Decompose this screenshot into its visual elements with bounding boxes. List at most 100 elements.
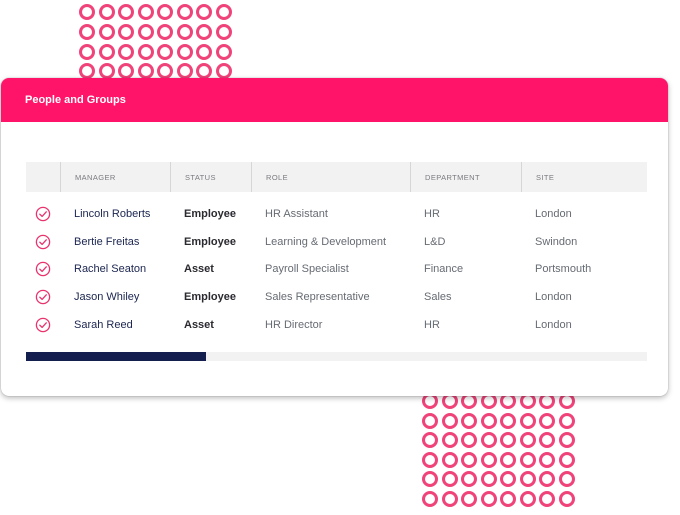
decorative-ring bbox=[539, 451, 555, 468]
decorative-ring bbox=[215, 63, 232, 80]
cell-site: London bbox=[535, 319, 572, 332]
decorative-ring bbox=[157, 63, 173, 80]
cell-status: Employee bbox=[184, 207, 236, 220]
cell-role: Sales Representative bbox=[265, 291, 370, 304]
decorative-ring bbox=[558, 412, 575, 429]
decorative-ring bbox=[519, 432, 536, 448]
decorative-ring bbox=[176, 43, 193, 60]
cell-status: Asset bbox=[184, 319, 214, 332]
panel-header: People and Groups bbox=[1, 78, 668, 122]
decorative-ring bbox=[196, 43, 212, 60]
check-circle-icon[interactable] bbox=[26, 317, 60, 333]
decorative-ring bbox=[480, 490, 497, 507]
decorative-ring bbox=[215, 23, 232, 40]
decorative-ring bbox=[480, 471, 497, 487]
decorative-ring bbox=[137, 43, 154, 60]
decorative-ring bbox=[79, 43, 95, 60]
decorative-ring bbox=[176, 23, 193, 40]
decorative-ring bbox=[558, 451, 575, 468]
decorative-dot-pattern-top bbox=[79, 4, 235, 83]
cell-manager: Bertie Freitas bbox=[74, 235, 140, 248]
check-circle-icon[interactable] bbox=[26, 206, 60, 222]
cell-department: L&D bbox=[424, 235, 446, 248]
decorative-ring bbox=[157, 23, 173, 40]
table-row[interactable]: Rachel Seaton Asset Payroll Specialist F… bbox=[26, 256, 647, 284]
cell-status: Employee bbox=[184, 235, 236, 248]
cell-manager: Lincoln Roberts bbox=[74, 207, 151, 220]
decorative-ring bbox=[422, 471, 438, 487]
cell-department: Sales bbox=[424, 291, 452, 304]
decorative-ring bbox=[79, 63, 95, 80]
decorative-ring bbox=[480, 412, 497, 429]
horizontal-scrollbar-thumb[interactable] bbox=[26, 352, 207, 361]
decorative-ring bbox=[422, 451, 438, 468]
decorative-ring bbox=[137, 4, 154, 20]
decorative-ring bbox=[118, 23, 134, 40]
decorative-ring bbox=[176, 63, 193, 80]
decorative-ring bbox=[461, 432, 477, 448]
decorative-ring bbox=[461, 412, 477, 429]
decorative-ring bbox=[118, 63, 134, 80]
cell-site: London bbox=[535, 207, 572, 220]
decorative-ring bbox=[441, 451, 458, 468]
decorative-dot-pattern-bottom bbox=[422, 393, 578, 510]
decorative-ring bbox=[539, 490, 555, 507]
decorative-ring bbox=[558, 471, 575, 487]
decorative-ring bbox=[519, 412, 536, 429]
decorative-ring bbox=[118, 43, 134, 60]
check-circle-icon[interactable] bbox=[26, 234, 60, 250]
decorative-ring bbox=[137, 63, 154, 80]
cell-role: Payroll Specialist bbox=[265, 263, 349, 276]
decorative-ring bbox=[441, 471, 458, 487]
decorative-ring bbox=[519, 490, 536, 507]
cell-department: HR bbox=[424, 319, 440, 332]
decorative-ring bbox=[519, 451, 536, 468]
cell-site: London bbox=[535, 291, 572, 304]
cell-department: HR bbox=[424, 207, 440, 220]
column-header-status[interactable]: STATUS bbox=[170, 162, 251, 192]
decorative-ring bbox=[98, 63, 115, 80]
decorative-ring bbox=[176, 4, 193, 20]
cell-status: Asset bbox=[184, 263, 214, 276]
decorative-ring bbox=[98, 43, 115, 60]
decorative-ring bbox=[137, 23, 154, 40]
decorative-ring bbox=[500, 490, 516, 507]
decorative-ring bbox=[196, 63, 212, 80]
table-row[interactable]: Sarah Reed Asset HR Director HR London bbox=[26, 311, 647, 339]
table-row[interactable]: Bertie Freitas Employee Learning & Devel… bbox=[26, 228, 647, 256]
cell-role: HR Assistant bbox=[265, 207, 328, 220]
decorative-ring bbox=[422, 412, 438, 429]
table-header: MANAGER STATUS ROLE DEPARTMENT SITE bbox=[26, 162, 647, 192]
column-header-role[interactable]: ROLE bbox=[251, 162, 410, 192]
decorative-ring bbox=[422, 490, 438, 507]
cell-role: HR Director bbox=[265, 319, 323, 332]
decorative-ring bbox=[461, 471, 477, 487]
check-circle-icon[interactable] bbox=[26, 261, 60, 277]
cell-site: Portsmouth bbox=[535, 263, 592, 276]
decorative-ring bbox=[215, 43, 232, 60]
decorative-ring bbox=[98, 23, 115, 40]
column-header-manager[interactable]: MANAGER bbox=[60, 162, 170, 192]
decorative-ring bbox=[196, 23, 212, 40]
decorative-ring bbox=[422, 432, 438, 448]
horizontal-scrollbar-track[interactable] bbox=[26, 352, 647, 361]
people-and-groups-panel: People and Groups MANAGER STATUS ROLE DE… bbox=[1, 78, 668, 396]
decorative-ring bbox=[558, 432, 575, 448]
cell-department: Finance bbox=[424, 263, 464, 276]
decorative-ring bbox=[157, 43, 173, 60]
cell-manager: Rachel Seaton bbox=[74, 263, 147, 276]
table-row[interactable]: Lincoln Roberts Employee HR Assistant HR… bbox=[26, 200, 647, 228]
decorative-ring bbox=[500, 471, 516, 487]
decorative-ring bbox=[441, 490, 458, 507]
decorative-ring bbox=[118, 4, 134, 20]
table-row[interactable]: Jason Whiley Employee Sales Representati… bbox=[26, 283, 647, 311]
decorative-ring bbox=[539, 412, 555, 429]
check-circle-icon[interactable] bbox=[26, 289, 60, 305]
column-header-site[interactable]: SITE bbox=[521, 162, 647, 192]
decorative-ring bbox=[539, 432, 555, 448]
decorative-ring bbox=[558, 490, 575, 507]
cell-manager: Jason Whiley bbox=[74, 291, 140, 304]
cell-manager: Sarah Reed bbox=[74, 319, 133, 332]
column-header-department[interactable]: DEPARTMENT bbox=[410, 162, 521, 192]
cell-site: Swindon bbox=[535, 235, 578, 248]
